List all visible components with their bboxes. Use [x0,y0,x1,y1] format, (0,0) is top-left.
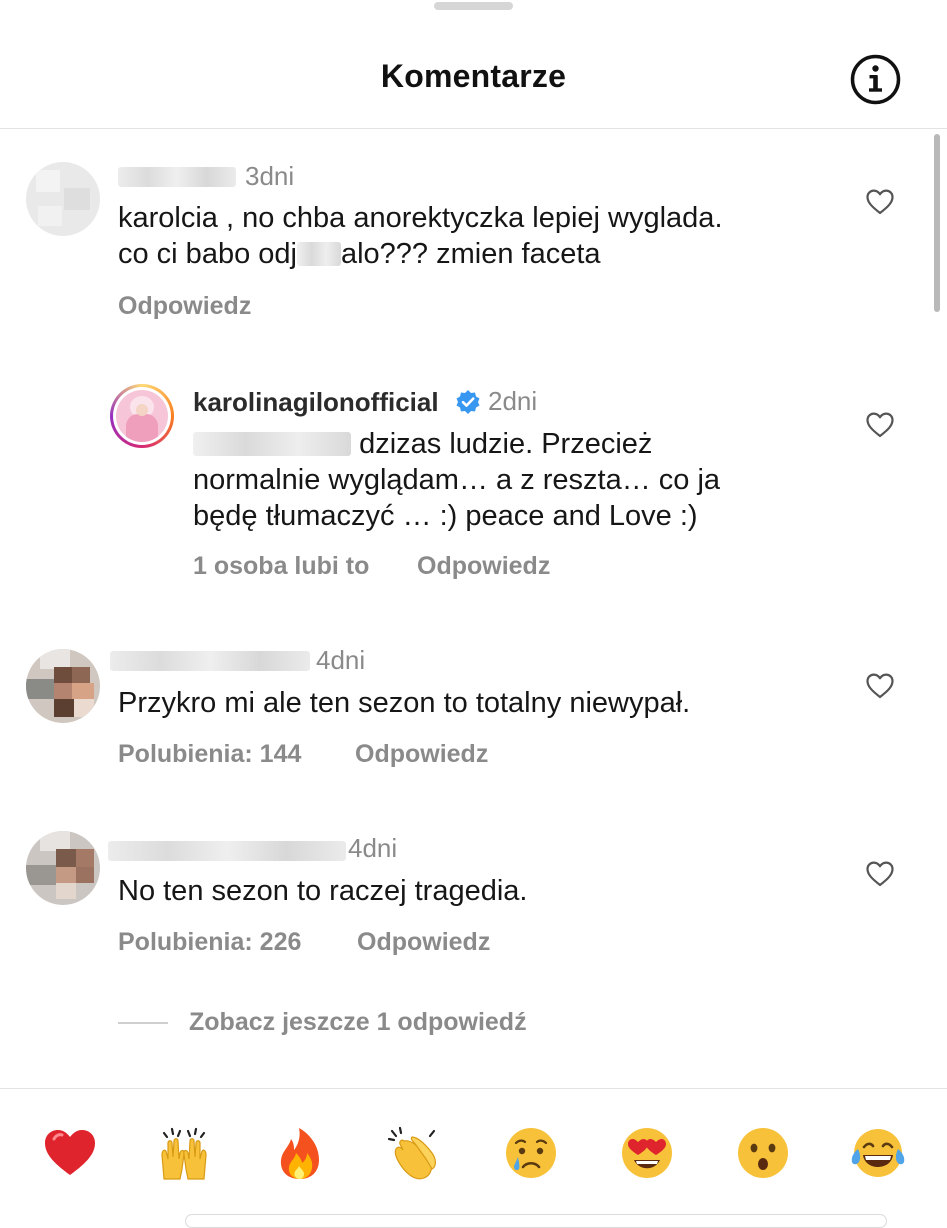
tears-of-joy-emoji-icon[interactable] [850,1125,906,1181]
crying-face-emoji-icon[interactable] [503,1125,559,1181]
heart-icon[interactable] [866,673,894,699]
emoji-reaction-bar [0,1088,947,1221]
comment-text: dzizas ludzie. Przecież normalnie wygląd… [193,426,833,534]
comment-text: karolcia , no chba anorektyczka lepiej w… [118,200,838,272]
likes-count[interactable]: Polubienia: 144 [118,740,301,769]
comment-text-line1: dzizas ludzie. Przecież [359,428,653,460]
comment-time: 4dni [348,833,398,863]
likes-count[interactable]: Polubienia: 226 [118,928,301,957]
mention-hidden[interactable] [193,432,351,456]
comment-time: 2dni [488,386,538,416]
divider [118,1022,168,1024]
username-hidden[interactable] [118,167,236,187]
reply-button[interactable]: Odpowiedz [355,740,488,769]
comment-input-field[interactable] [185,1214,887,1228]
comment-4: 4dni No ten sezon to raczej tragedia. Po… [0,823,930,963]
heart-eyes-emoji-icon[interactable] [619,1125,675,1181]
story-avatar[interactable] [110,384,174,448]
heart-icon[interactable] [866,412,894,438]
comment-text: No ten sezon to raczej tragedia. [118,875,528,907]
username[interactable]: karolinagilonofficial [193,387,439,418]
comment-3: 4dni Przykro mi ale ten sezon to totalny… [0,635,930,775]
reply-button[interactable]: Odpowiedz [118,292,251,321]
comment-text-line2b: alo??? zmien faceta [340,238,601,270]
comments-header: Komentarze [0,0,947,129]
comment-text-line2a: co ci babo odj [118,238,297,270]
raising-hands-emoji-icon[interactable] [156,1125,212,1181]
red-heart-emoji-icon[interactable] [42,1125,98,1181]
heart-icon[interactable] [866,861,894,887]
avatar[interactable] [26,162,100,236]
censored-segment [296,242,341,266]
username-hidden[interactable] [110,651,310,671]
comment-text: Przykro mi ale ten sezon to totalny niew… [118,687,691,719]
reply-button[interactable]: Odpowiedz [357,928,490,957]
avatar[interactable] [26,649,100,723]
fire-emoji-icon[interactable] [272,1125,328,1181]
info-icon[interactable] [849,53,902,106]
heart-icon[interactable] [866,189,894,215]
comment-time: 4dni [316,645,366,675]
clapping-hands-emoji-icon[interactable] [386,1125,442,1181]
comment-text-line2: normalnie wyglądam… a z reszta… co ja [193,464,721,496]
view-more-replies-label[interactable]: Zobacz jeszcze 1 odpowiedź [189,1008,527,1037]
verified-badge-icon [455,389,481,415]
surprised-face-emoji-icon[interactable] [735,1125,791,1181]
page-title: Komentarze [380,58,567,94]
scrollbar[interactable] [934,134,940,312]
avatar[interactable] [26,831,100,905]
comment-time: 3dni [245,161,295,191]
comment-text-line3: będę tłumaczyć … :) peace and Love :) [193,500,698,532]
username-hidden[interactable] [108,841,346,861]
comment-1: 3dni karolcia , no chba anorektyczka lep… [0,150,930,330]
likes-count[interactable]: 1 osoba lubi to [193,552,369,581]
comment-2-reply: karolinagilonofficial 2dni dzizas ludzie… [0,380,930,590]
comment-text-line1: karolcia , no chba anorektyczka lepiej w… [118,202,723,234]
reply-button[interactable]: Odpowiedz [417,552,550,581]
